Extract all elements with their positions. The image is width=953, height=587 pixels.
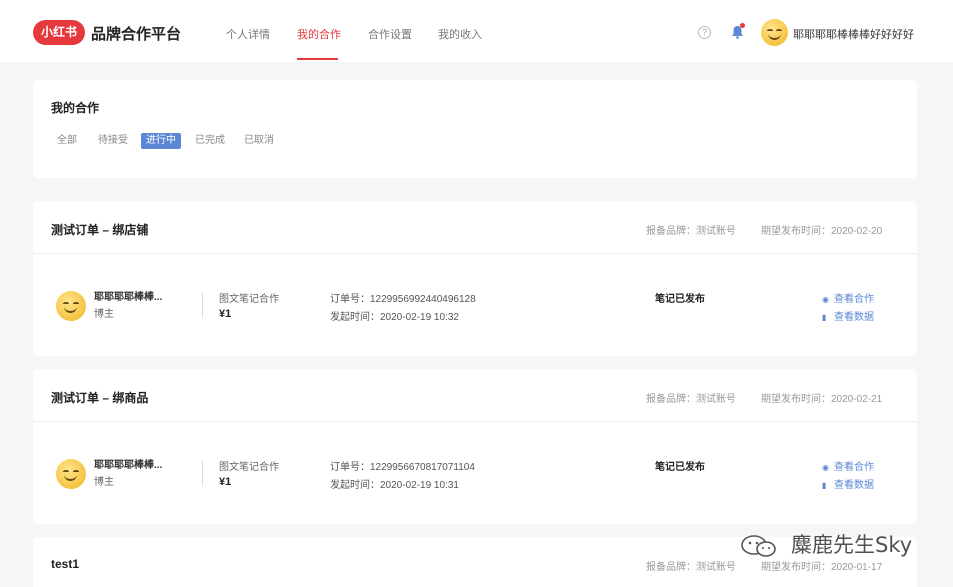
xiaohongshu-logo[interactable]: 小红书 [33, 20, 85, 45]
order-number: 订单号：1229956670817071104 [330, 462, 475, 473]
bar-chart-icon: ▮ [822, 481, 827, 490]
cooperation-type: 图文笔记合作 [219, 294, 279, 305]
blogger-name[interactable]: 耶耶耶耶棒棒... [94, 288, 162, 303]
order-created-time: 发起时间：2020-02-19 10:32 [330, 312, 459, 323]
blogger-avatar[interactable] [56, 291, 86, 321]
view-data-label: 查看数据 [834, 312, 874, 323]
order-title: 测试订单 – 绑商品 [51, 391, 149, 405]
notification-dot [740, 23, 745, 28]
order-publish-time: 期望发布时间：2020-01-17 [761, 562, 883, 573]
tab-pending[interactable]: 待接受 [93, 133, 133, 149]
order-card: 测试订单 – 绑商品 报备品牌：测试账号 期望发布时间：2020-02-21 耶… [33, 369, 917, 524]
nav-active-indicator [297, 58, 338, 60]
order-created-time: 发起时间：2020-02-19 10:31 [330, 480, 459, 491]
order-brand: 报备品牌：测试账号 [646, 226, 736, 237]
blogger-avatar[interactable] [56, 459, 86, 489]
watermark-text: 麋鹿先生Sky [791, 533, 913, 557]
order-status: 笔记已发布 [655, 462, 705, 473]
eye-icon: ◉ [822, 295, 829, 304]
column-divider [202, 460, 203, 486]
platform-title: 品牌合作平台 [91, 26, 182, 43]
top-header: 小红书 品牌合作平台 个人详情 我的合作 合作设置 我的收入 ? 耶耶耶耶棒棒棒… [0, 0, 953, 62]
tab-completed[interactable]: 已完成 [190, 133, 230, 149]
order-card: test1 报备品牌：测试账号 期望发布时间：2020-01-17 [33, 537, 917, 587]
section-title: 我的合作 [51, 101, 100, 115]
order-number: 订单号：1229956992440496128 [330, 294, 476, 305]
nav-profile[interactable]: 个人详情 [226, 26, 270, 42]
order-price: ¥1 [219, 308, 232, 320]
help-circle-icon[interactable]: ? [698, 26, 711, 39]
card-divider [33, 421, 917, 422]
view-cooperation-label: 查看合作 [834, 462, 874, 473]
nav-my-income[interactable]: 我的收入 [438, 26, 482, 42]
user-name[interactable]: 耶耶耶耶棒棒棒好好好好 [793, 26, 914, 42]
order-publish-time: 期望发布时间：2020-02-20 [761, 226, 883, 237]
order-status: 笔记已发布 [655, 294, 705, 305]
blogger-name[interactable]: 耶耶耶耶棒棒... [94, 456, 162, 471]
nav-my-cooperation[interactable]: 我的合作 [297, 26, 341, 42]
order-title: test1 [51, 557, 80, 571]
order-brand: 报备品牌：测试账号 [646, 394, 736, 405]
order-title: 测试订单 – 绑店铺 [51, 223, 149, 237]
tab-cancelled[interactable]: 已取消 [239, 133, 279, 149]
view-data-link[interactable]: ▮ 查看数据 [822, 308, 874, 323]
user-avatar[interactable] [761, 19, 788, 46]
tab-all[interactable]: 全部 [52, 133, 82, 149]
blogger-role: 博主 [94, 309, 114, 320]
order-brand: 报备品牌：测试账号 [646, 562, 736, 573]
view-cooperation-label: 查看合作 [834, 294, 874, 305]
column-divider [202, 292, 203, 318]
cooperation-filter-card: 我的合作 全部 待接受 进行中 已完成 已取消 [33, 80, 917, 178]
blogger-role: 博主 [94, 477, 114, 488]
card-divider [33, 253, 917, 254]
tab-in-progress[interactable]: 进行中 [141, 133, 181, 149]
view-cooperation-link[interactable]: ◉ 查看合作 [822, 458, 874, 473]
cooperation-type: 图文笔记合作 [219, 462, 279, 473]
order-price: ¥1 [219, 476, 232, 488]
order-card: 测试订单 – 绑店铺 报备品牌：测试账号 期望发布时间：2020-02-20 耶… [33, 201, 917, 356]
wechat-icon [741, 535, 776, 557]
view-data-label: 查看数据 [834, 480, 874, 491]
bar-chart-icon: ▮ [822, 313, 827, 322]
order-publish-time: 期望发布时间：2020-02-21 [761, 394, 883, 405]
nav-cooperation-settings[interactable]: 合作设置 [368, 26, 412, 42]
view-cooperation-link[interactable]: ◉ 查看合作 [822, 290, 874, 305]
view-data-link[interactable]: ▮ 查看数据 [822, 476, 874, 491]
eye-icon: ◉ [822, 463, 829, 472]
